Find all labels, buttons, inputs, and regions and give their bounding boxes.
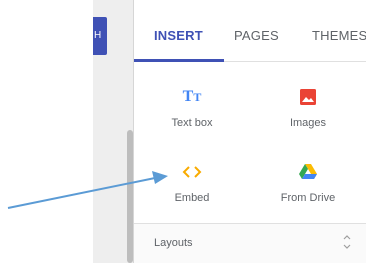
- insert-sidebar: INSERT PAGES THEMES TT Text box Images E…: [134, 0, 366, 263]
- google-drive-icon: [250, 160, 366, 184]
- insert-from-drive-button[interactable]: From Drive: [250, 160, 366, 204]
- insert-embed-button[interactable]: Embed: [134, 160, 250, 204]
- text-box-icon: TT: [182, 88, 202, 105]
- insert-text-box-button[interactable]: TT Text box: [134, 85, 250, 129]
- tab-themes[interactable]: THEMES: [312, 28, 366, 43]
- embed-code-icon: [134, 160, 250, 184]
- layouts-section[interactable]: Layouts: [134, 223, 366, 263]
- from-drive-label: From Drive: [280, 192, 336, 204]
- edge-button[interactable]: H: [93, 17, 107, 55]
- scrollbar[interactable]: [127, 130, 133, 263]
- insert-images-button[interactable]: Images: [250, 85, 366, 129]
- layouts-label: Layouts: [154, 237, 193, 249]
- edge-button-label: H: [94, 30, 102, 41]
- editor-canvas: [0, 0, 93, 263]
- tab-pages[interactable]: PAGES: [234, 28, 279, 43]
- images-label: Images: [289, 117, 327, 129]
- sidebar-tabs: INSERT PAGES THEMES: [134, 0, 366, 62]
- tab-insert[interactable]: INSERT: [154, 28, 203, 43]
- expand-collapse-icon[interactable]: [342, 233, 352, 251]
- text-box-label: Text box: [171, 117, 213, 129]
- embed-label: Embed: [174, 192, 210, 204]
- image-icon: [250, 85, 366, 109]
- active-tab-indicator: [134, 59, 224, 62]
